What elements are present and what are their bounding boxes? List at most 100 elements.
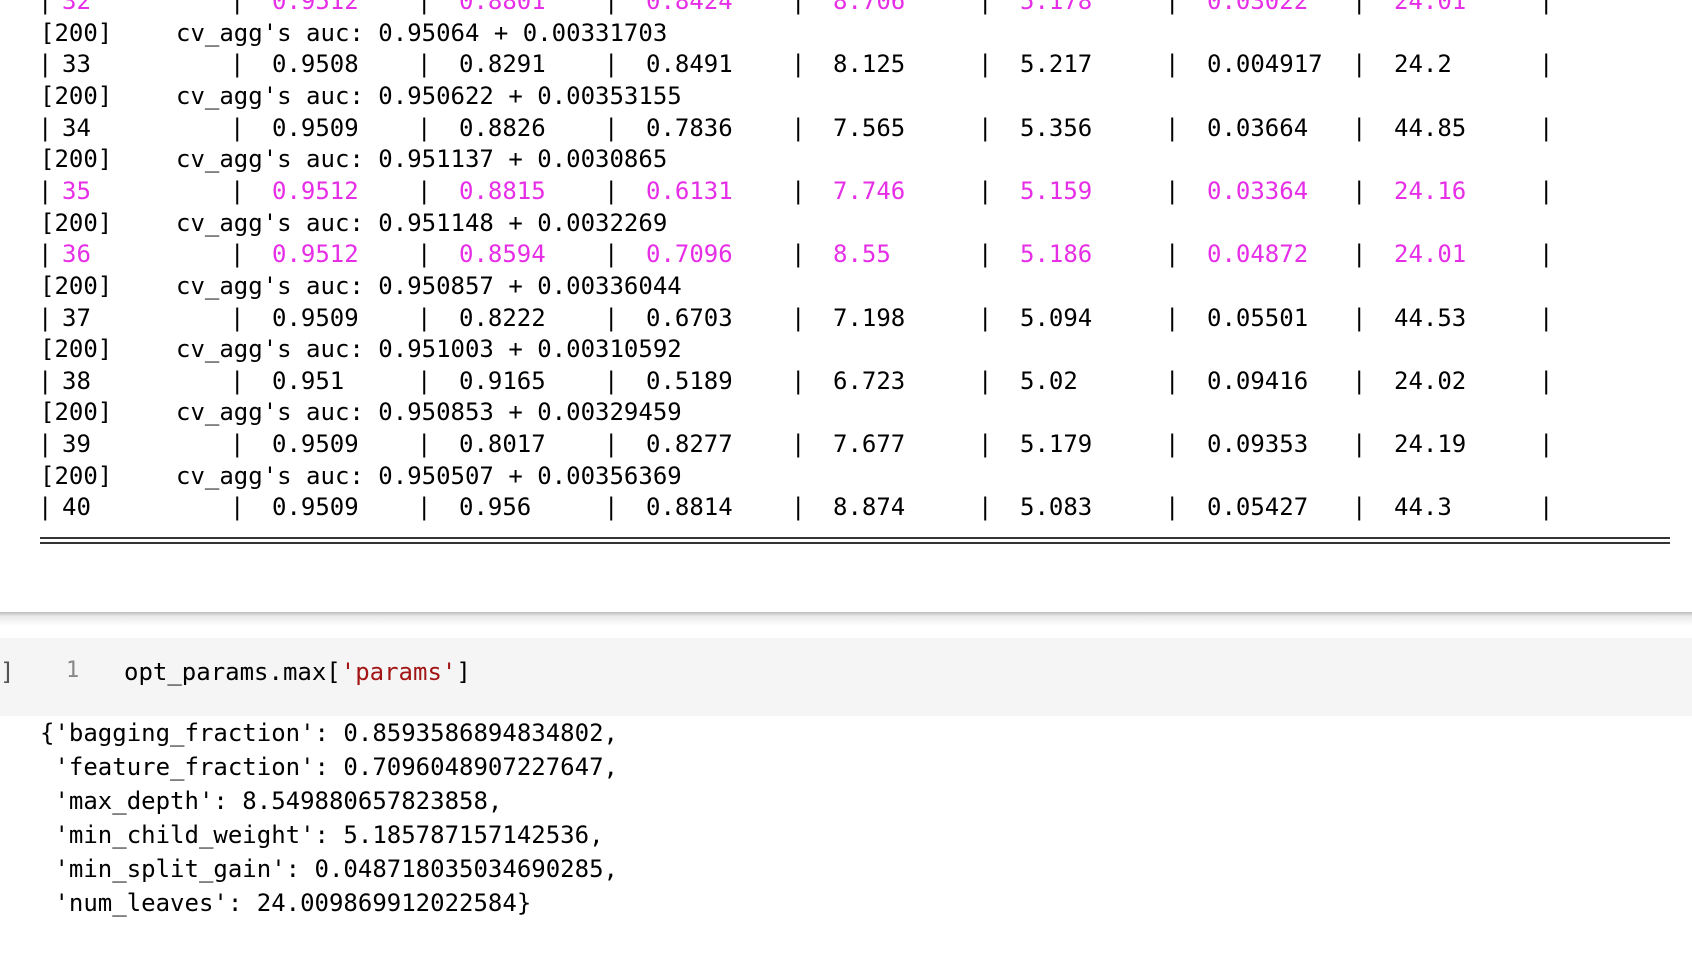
table-cell: 24.2	[1394, 50, 1452, 79]
table-cell: 0.05501	[1207, 303, 1309, 332]
table-column-divider: |	[604, 430, 619, 459]
table-cell: 5.02	[1020, 366, 1078, 395]
result-line: 'num_leaves': 24.009869912022584}	[40, 889, 532, 917]
table-column-divider: |	[978, 303, 993, 332]
table-column-divider: |	[791, 240, 806, 269]
table-cell: 0.7836	[646, 113, 733, 142]
table-row: | | | | | | | | | 38 0.951 0.9165 0.5189 6.723 5.02 0.0…	[0, 364, 1692, 398]
table-cell: 0.8815	[459, 176, 546, 205]
table-column-divider: |	[1165, 430, 1180, 459]
table-column-divider: |	[1165, 176, 1180, 205]
table-column-divider: |	[978, 493, 993, 522]
cv-iteration-prefix: [200]	[40, 208, 113, 237]
iteration-cell: 38	[62, 366, 91, 395]
result-line: 'feature_fraction': 0.7096048907227647,	[40, 753, 618, 781]
cv-iteration-prefix: [200]	[40, 335, 113, 364]
table-cell: 0.9508	[272, 50, 359, 79]
table-cell: 44.85	[1394, 113, 1467, 142]
iteration-cell: 33	[62, 50, 91, 79]
table-column-divider: |	[1165, 303, 1180, 332]
code-input-cell[interactable]: ] 1 opt_params.max['params']	[0, 638, 1692, 716]
cv-auc-text: cv_agg's auc: 0.950507 + 0.00356369	[176, 461, 682, 490]
table-column-divider: |	[978, 176, 993, 205]
code-token-call: opt_params.max[	[124, 658, 341, 686]
table-cell: 0.8594	[459, 240, 546, 269]
table-column-divider: |	[230, 303, 245, 332]
table-column-divider: |	[1165, 493, 1180, 522]
table-column-divider: |	[1165, 366, 1180, 395]
table-column-divider: |	[417, 493, 432, 522]
table-cell: 0.956	[459, 493, 532, 522]
table-cell: 0.9512	[272, 240, 359, 269]
table-column-divider: |	[38, 113, 53, 142]
table-column-divider: |	[604, 493, 619, 522]
table-column-divider: |	[1539, 0, 1554, 15]
table-cell: 5.083	[1020, 493, 1093, 522]
cv-iteration-prefix: [200]	[40, 145, 113, 174]
table-cell: 24.02	[1394, 366, 1467, 395]
cv-iteration-prefix: [200]	[40, 271, 113, 300]
table-cell: 7.677	[833, 430, 906, 459]
table-column-divider: |	[1165, 50, 1180, 79]
table-column-divider: |	[604, 366, 619, 395]
table-cell: 0.6131	[646, 176, 733, 205]
cv-iteration-prefix: [200]	[40, 461, 113, 490]
table-cell: 0.9509	[272, 113, 359, 142]
cell-result-area: {'bagging_fraction': 0.8593586894834802,…	[0, 716, 1692, 962]
result-line: 'min_child_weight': 5.185787157142536,	[40, 821, 604, 849]
table-cell: 0.9509	[272, 493, 359, 522]
table-cell: 0.8291	[459, 50, 546, 79]
cv-auc-text: cv_agg's auc: 0.950857 + 0.00336044	[176, 271, 682, 300]
table-cell: 6.723	[833, 366, 906, 395]
table-cell: 8.706	[833, 0, 906, 15]
table-cell: 0.5189	[646, 366, 733, 395]
table-cell: 0.8222	[459, 303, 546, 332]
cv-auc-text: cv_agg's auc: 0.951003 + 0.00310592	[176, 335, 682, 364]
iteration-cell: 35	[62, 176, 91, 205]
execution-prompt: ]	[0, 658, 15, 686]
table-column-divider: |	[230, 113, 245, 142]
table-cell: 5.217	[1020, 50, 1093, 79]
table-cell: 0.8826	[459, 113, 546, 142]
iteration-cell: 37	[62, 303, 91, 332]
table-cell: 0.05427	[1207, 493, 1309, 522]
table-cell: 0.951	[272, 366, 345, 395]
table-cell: 0.8491	[646, 50, 733, 79]
table-column-divider: |	[978, 430, 993, 459]
iteration-cell: 39	[62, 430, 91, 459]
table-cell: 5.179	[1020, 430, 1093, 459]
table-column-divider: |	[604, 240, 619, 269]
cv-auc-text: cv_agg's auc: 0.950622 + 0.00353155	[176, 81, 682, 110]
table-bottom-rule	[40, 534, 1670, 546]
table-column-divider: |	[978, 113, 993, 142]
table-cell: 0.8814	[646, 493, 733, 522]
table-cell: 0.09353	[1207, 430, 1309, 459]
table-column-divider: |	[417, 113, 432, 142]
table-column-divider: |	[1539, 303, 1554, 332]
cv-auc-text: cv_agg's auc: 0.951148 + 0.0032269	[176, 208, 668, 237]
table-cell: 8.125	[833, 50, 906, 79]
table-cell: 0.03022	[1207, 0, 1309, 15]
table-cell: 5.178	[1020, 0, 1093, 15]
table-column-divider: |	[38, 303, 53, 332]
code-line[interactable]: opt_params.max['params']	[124, 658, 471, 686]
table-column-divider: |	[978, 240, 993, 269]
table-column-divider: |	[604, 176, 619, 205]
cv-auc-text: cv_agg's auc: 0.950853 + 0.00329459	[176, 398, 682, 427]
cv-auc-text: cv_agg's auc: 0.951137 + 0.0030865	[176, 145, 668, 174]
table-cell: 0.9509	[272, 303, 359, 332]
table-column-divider: |	[1539, 176, 1554, 205]
line-number: 1	[66, 658, 80, 683]
table-column-divider: |	[230, 240, 245, 269]
table-column-divider: |	[791, 430, 806, 459]
table-column-divider: |	[1165, 240, 1180, 269]
table-cell: 44.3	[1394, 493, 1452, 522]
table-column-divider: |	[1539, 366, 1554, 395]
table-column-divider: |	[38, 240, 53, 269]
table-cell: 24.16	[1394, 176, 1467, 205]
table-cell: 0.9512	[272, 176, 359, 205]
table-column-divider: |	[417, 303, 432, 332]
table-column-divider: |	[38, 176, 53, 205]
table-cell: 0.7096	[646, 240, 733, 269]
cv-iteration-prefix: [200]	[40, 18, 113, 47]
